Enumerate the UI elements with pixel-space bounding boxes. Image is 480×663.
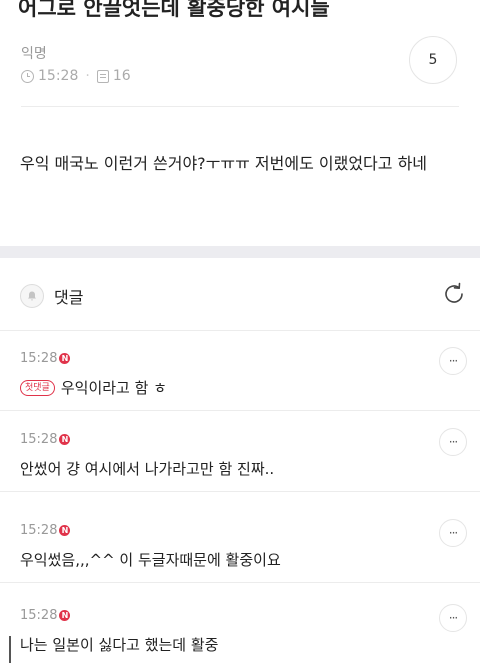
comment-content: 첫댓글 우익이라고 함 ㅎ <box>20 377 167 398</box>
post-body: 우익 매국노 이런거 쓴거야?ㅜㅠㅠ 저번에도 이랬었다고 하네 <box>20 154 428 173</box>
comment-item: 15:28 N 첫댓글 우익이라고 함 ㅎ ··· <box>0 331 480 411</box>
comment-time: 15:28 <box>20 523 58 538</box>
comment-text: 우익이라고 함 ㅎ <box>60 379 167 397</box>
author-name: 익명 <box>21 46 47 62</box>
post-time: 15:28 <box>38 68 79 84</box>
more-options-button[interactable]: ··· <box>439 519 467 547</box>
comment-text: 나는 일본이 싫다고 했는데 활중 <box>20 636 219 654</box>
comment-count-button[interactable]: 5 <box>409 36 457 84</box>
scroll-indicator <box>9 636 11 663</box>
post-meta: 15:28 · 16 <box>21 68 131 84</box>
comment-item: 15:28 N 나는 일본이 싫다고 했는데 활중 ··· <box>0 588 480 663</box>
more-options-button[interactable]: ··· <box>439 604 467 632</box>
comment-item: 15:28 N 안썼어 걍 여시에서 나가라고만 함 진짜.. ··· <box>0 412 480 492</box>
comment-meta: 15:28 N <box>20 523 71 538</box>
new-badge: N <box>59 353 71 364</box>
comment-text: 안썼어 걍 여시에서 나가라고만 함 진짜.. <box>20 460 275 478</box>
comments-label: 댓글 <box>54 288 84 307</box>
comment-content: 나는 일본이 싫다고 했는데 활중 <box>20 634 218 655</box>
bell-icon[interactable] <box>20 284 44 308</box>
meta-separator: · <box>85 68 90 84</box>
new-badge: N <box>59 434 71 445</box>
comment-meta: 15:28 N <box>20 608 71 623</box>
post-title: 어그로 안끌엇는데 활중당한 여시들 <box>18 0 330 20</box>
comment-item: 15:28 N 우익썼음,,,^^ 이 두글자때문에 활중이요 ··· <box>0 503 480 583</box>
clock-icon <box>21 69 34 83</box>
new-badge: N <box>59 525 71 536</box>
comment-time: 15:28 <box>20 608 58 623</box>
refresh-icon[interactable] <box>440 280 468 308</box>
divider <box>21 106 459 107</box>
comment-content: 우익썼음,,,^^ 이 두글자때문에 활중이요 <box>20 549 281 570</box>
more-options-button[interactable]: ··· <box>439 347 467 375</box>
view-count: 16 <box>112 68 131 84</box>
document-icon <box>96 69 109 83</box>
more-options-button[interactable]: ··· <box>439 428 467 456</box>
comments-header: 댓글 <box>20 284 83 308</box>
new-badge: N <box>59 610 71 621</box>
comment-time: 15:28 <box>20 351 58 366</box>
comment-meta: 15:28 N <box>20 351 71 366</box>
comment-meta: 15:28 N <box>20 432 71 447</box>
section-divider <box>0 246 480 258</box>
first-comment-badge: 첫댓글 <box>20 379 55 396</box>
comment-text: 우익썼음,,,^^ 이 두글자때문에 활중이요 <box>20 551 281 569</box>
comment-time: 15:28 <box>20 432 58 447</box>
comment-content: 안썼어 걍 여시에서 나가라고만 함 진짜.. <box>20 458 274 479</box>
